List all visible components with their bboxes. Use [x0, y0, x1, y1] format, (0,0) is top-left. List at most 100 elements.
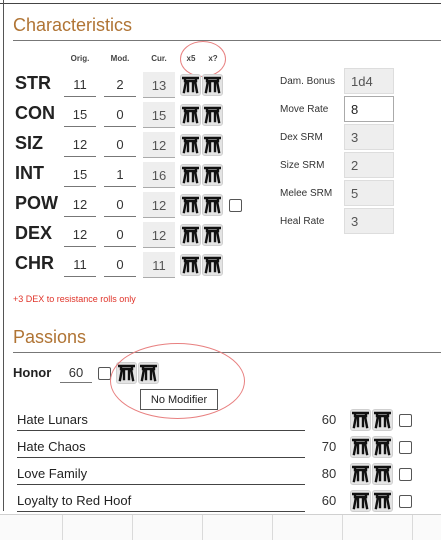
honor-value-input[interactable]: 60: [60, 360, 92, 383]
stat-orig-input-siz[interactable]: 12: [64, 132, 96, 157]
highlight-circle: [180, 41, 226, 77]
passion-label[interactable]: Loyalty to Red Hoof: [17, 493, 131, 508]
passion-roll-button[interactable]: [350, 490, 371, 512]
d20-dice-icon: [352, 492, 369, 510]
passion-checkbox[interactable]: [399, 441, 412, 454]
roll-xq-button-siz[interactable]: [202, 134, 223, 156]
passion-checkbox[interactable]: [399, 495, 412, 508]
d20-dice-icon: [352, 438, 369, 456]
d20-dice-icon: [374, 492, 391, 510]
stat-mod-input-siz[interactable]: 0: [104, 132, 136, 157]
stat-cur-value-dex: 12: [143, 222, 175, 248]
stat-mod-input-str[interactable]: 2: [104, 72, 136, 97]
passions-divider: [13, 352, 441, 353]
stat-mod-input-con[interactable]: 0: [104, 102, 136, 127]
heal-rate-value: 3: [344, 208, 394, 234]
roll-x5-button-pow[interactable]: [180, 194, 201, 216]
resistance-note: +3 DEX to resistance rolls only: [13, 294, 136, 304]
stat-label-dex: DEX: [15, 223, 53, 243]
stat-orig-input-dex[interactable]: 12: [64, 222, 96, 247]
passion-roll-modifier-button[interactable]: [372, 409, 393, 431]
roll-x5-button-chr[interactable]: [180, 254, 201, 276]
roll-x5-button-int[interactable]: [180, 164, 201, 186]
passion-underline: [17, 430, 305, 431]
passion-underline: [17, 484, 305, 485]
d20-dice-icon: [182, 76, 199, 94]
stat-label-str: STR: [15, 73, 51, 93]
d20-dice-icon: [204, 106, 221, 124]
stat-mod-input-dex[interactable]: 0: [104, 222, 136, 247]
stat-label-int: INT: [15, 163, 44, 183]
stat-cur-value-str: 13: [143, 72, 175, 98]
passion-roll-modifier-button[interactable]: [372, 436, 393, 458]
tooltip: No Modifier: [140, 389, 218, 410]
stat-orig-input-con[interactable]: 15: [64, 102, 96, 127]
move-rate-input[interactable]: 8: [344, 96, 394, 122]
stat-cur-value-siz: 12: [143, 132, 175, 158]
d20-dice-icon: [204, 136, 221, 154]
roll-xq-button-dex[interactable]: [202, 224, 223, 246]
stat-cur-value-con: 15: [143, 102, 175, 128]
stat-orig-input-str[interactable]: 11: [64, 72, 96, 97]
passion-roll-button[interactable]: [350, 436, 371, 458]
dam-bonus-label: Dam. Bonus: [280, 76, 336, 87]
stat-mod-input-int[interactable]: 1: [104, 162, 136, 187]
d20-dice-icon: [182, 136, 199, 154]
header-orig: Orig.: [70, 54, 90, 63]
d20-dice-icon: [204, 256, 221, 274]
roll-x5-button-str[interactable]: [180, 74, 201, 96]
dex-srm-label: Dex SRM: [280, 132, 323, 143]
stat-orig-input-int[interactable]: 15: [64, 162, 96, 187]
stat-label-chr: CHR: [15, 253, 54, 273]
d20-dice-icon: [182, 196, 199, 214]
passion-value[interactable]: 60: [314, 493, 344, 508]
d20-dice-icon: [182, 106, 199, 124]
roll-xq-button-int[interactable]: [202, 164, 223, 186]
honor-checkbox[interactable]: [98, 367, 111, 380]
move-rate-label: Move Rate: [280, 104, 329, 115]
d20-dice-icon: [374, 438, 391, 456]
stat-label-pow: POW: [15, 193, 58, 213]
roll-x5-button-siz[interactable]: [180, 134, 201, 156]
stat-mod-input-chr[interactable]: 0: [104, 252, 136, 277]
passion-label[interactable]: Hate Chaos: [17, 439, 86, 454]
pow-checkbox[interactable]: [229, 199, 242, 212]
header-mod: Mod.: [110, 54, 130, 63]
heal-rate-label: Heal Rate: [280, 216, 325, 227]
d20-dice-icon: [204, 76, 221, 94]
dex-srm-value: 3: [344, 124, 394, 150]
roll-xq-button-chr[interactable]: [202, 254, 223, 276]
passion-checkbox[interactable]: [399, 468, 412, 481]
stat-cur-value-chr: 11: [143, 252, 175, 278]
stat-orig-input-pow[interactable]: 12: [64, 192, 96, 217]
roll-x5-button-dex[interactable]: [180, 224, 201, 246]
passion-checkbox[interactable]: [399, 414, 412, 427]
passion-value[interactable]: 80: [314, 466, 344, 481]
passion-label[interactable]: Hate Lunars: [17, 412, 88, 427]
d20-dice-icon: [204, 166, 221, 184]
roll-xq-button-con[interactable]: [202, 104, 223, 126]
passion-roll-button[interactable]: [350, 463, 371, 485]
roll-xq-button-pow[interactable]: [202, 194, 223, 216]
stat-orig-input-chr[interactable]: 11: [64, 252, 96, 277]
passion-roll-modifier-button[interactable]: [372, 490, 393, 512]
stat-label-con: CON: [15, 103, 55, 123]
passion-underline: [17, 511, 305, 512]
roll-xq-button-str[interactable]: [202, 74, 223, 96]
passion-roll-button[interactable]: [350, 409, 371, 431]
passions-title: Passions: [13, 327, 87, 347]
passion-label[interactable]: Love Family: [17, 466, 87, 481]
header-cur: Cur.: [151, 54, 167, 63]
stat-mod-input-pow[interactable]: 0: [104, 192, 136, 217]
stat-cur-value-pow: 12: [143, 192, 175, 218]
passion-value[interactable]: 60: [314, 412, 344, 427]
d20-dice-icon: [182, 256, 199, 274]
passion-value[interactable]: 70: [314, 439, 344, 454]
d20-dice-icon: [352, 411, 369, 429]
d20-dice-icon: [182, 226, 199, 244]
stat-label-siz: SIZ: [15, 133, 44, 153]
left-border: [3, 0, 4, 511]
size-srm-label: Size SRM: [280, 160, 325, 171]
roll-x5-button-con[interactable]: [180, 104, 201, 126]
passion-roll-modifier-button[interactable]: [372, 463, 393, 485]
